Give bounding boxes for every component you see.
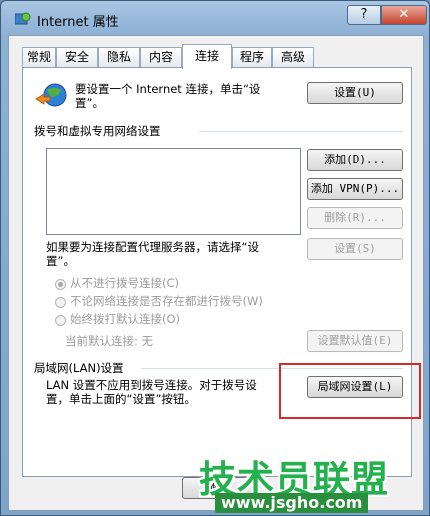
window-title: Internet 属性	[37, 15, 119, 30]
tab-connections[interactable]: 连接	[182, 44, 232, 69]
internet-properties-icon	[15, 12, 31, 25]
title-bar[interactable]: Internet 属性 ? ✕	[1, 1, 430, 35]
add-button[interactable]: 添加(D)...	[307, 149, 403, 171]
tab-advanced[interactable]: 高级	[272, 47, 314, 68]
setup-text-line2: 置”。	[75, 96, 104, 110]
radio-dial-whenever[interactable]	[55, 297, 66, 308]
connections-list[interactable]	[46, 148, 301, 235]
radio-dial-whenever-label: 不论网络连接是否存在都进行拨号(W)	[70, 294, 263, 308]
dialup-section-header: 拨号和虚拟专用网络设置	[34, 124, 161, 138]
radio-always-dial-label: 始终拨打默认连接(O)	[70, 312, 181, 326]
proxy-text-line2: 置”。	[46, 254, 75, 268]
help-button[interactable]: ?	[347, 5, 381, 25]
tab-programs[interactable]: 程序	[232, 47, 272, 68]
dialup-divider	[199, 131, 403, 132]
radio-never-dial-label: 从不进行拨号连接(C)	[70, 276, 180, 290]
tab-general[interactable]: 常规	[22, 47, 56, 68]
tab-security[interactable]: 安全	[56, 47, 98, 68]
watermark-url: www.jsgho.com	[215, 493, 369, 513]
remove-button[interactable]: 删除(R)...	[307, 207, 403, 229]
globe-connection-icon	[35, 83, 67, 107]
dialup-settings-button[interactable]: 设置(S)	[307, 238, 403, 260]
lan-text-line2: 置，单击上面的“设置”按钮。	[46, 392, 196, 406]
current-default-label: 当前默认连接: 无	[65, 334, 154, 348]
tab-privacy[interactable]: 隐私	[98, 47, 140, 68]
setup-text-line1: 要设置一个 Internet 连接，单击“设	[75, 82, 261, 96]
dialog-client-area: 常规 安全 隐私 内容 连接 程序 高级 要设置一个 Internet 连接，单…	[8, 35, 424, 511]
lan-settings-highlight-box	[279, 363, 421, 419]
internet-properties-window: Internet 属性 ? ✕ 常规 安全 隐私 内容 连接 程序 高级 要设置…	[0, 0, 430, 516]
set-default-button[interactable]: 设置默认值(E)	[307, 330, 403, 352]
radio-never-dial[interactable]	[55, 279, 66, 290]
add-vpn-button[interactable]: 添加 VPN(P)...	[307, 178, 403, 200]
proxy-text-line1: 如果要为连接配置代理服务器，请选择“设	[46, 240, 259, 254]
setup-button[interactable]: 设置(U)	[307, 82, 403, 104]
tab-content[interactable]: 内容	[140, 47, 182, 68]
lan-section-header: 局域网(LAN)设置	[34, 361, 124, 375]
radio-always-dial[interactable]	[55, 315, 66, 326]
lan-text-line1: LAN 设置不应用到拨号连接。对于拨号设	[46, 378, 257, 392]
close-button[interactable]: ✕	[381, 5, 427, 25]
